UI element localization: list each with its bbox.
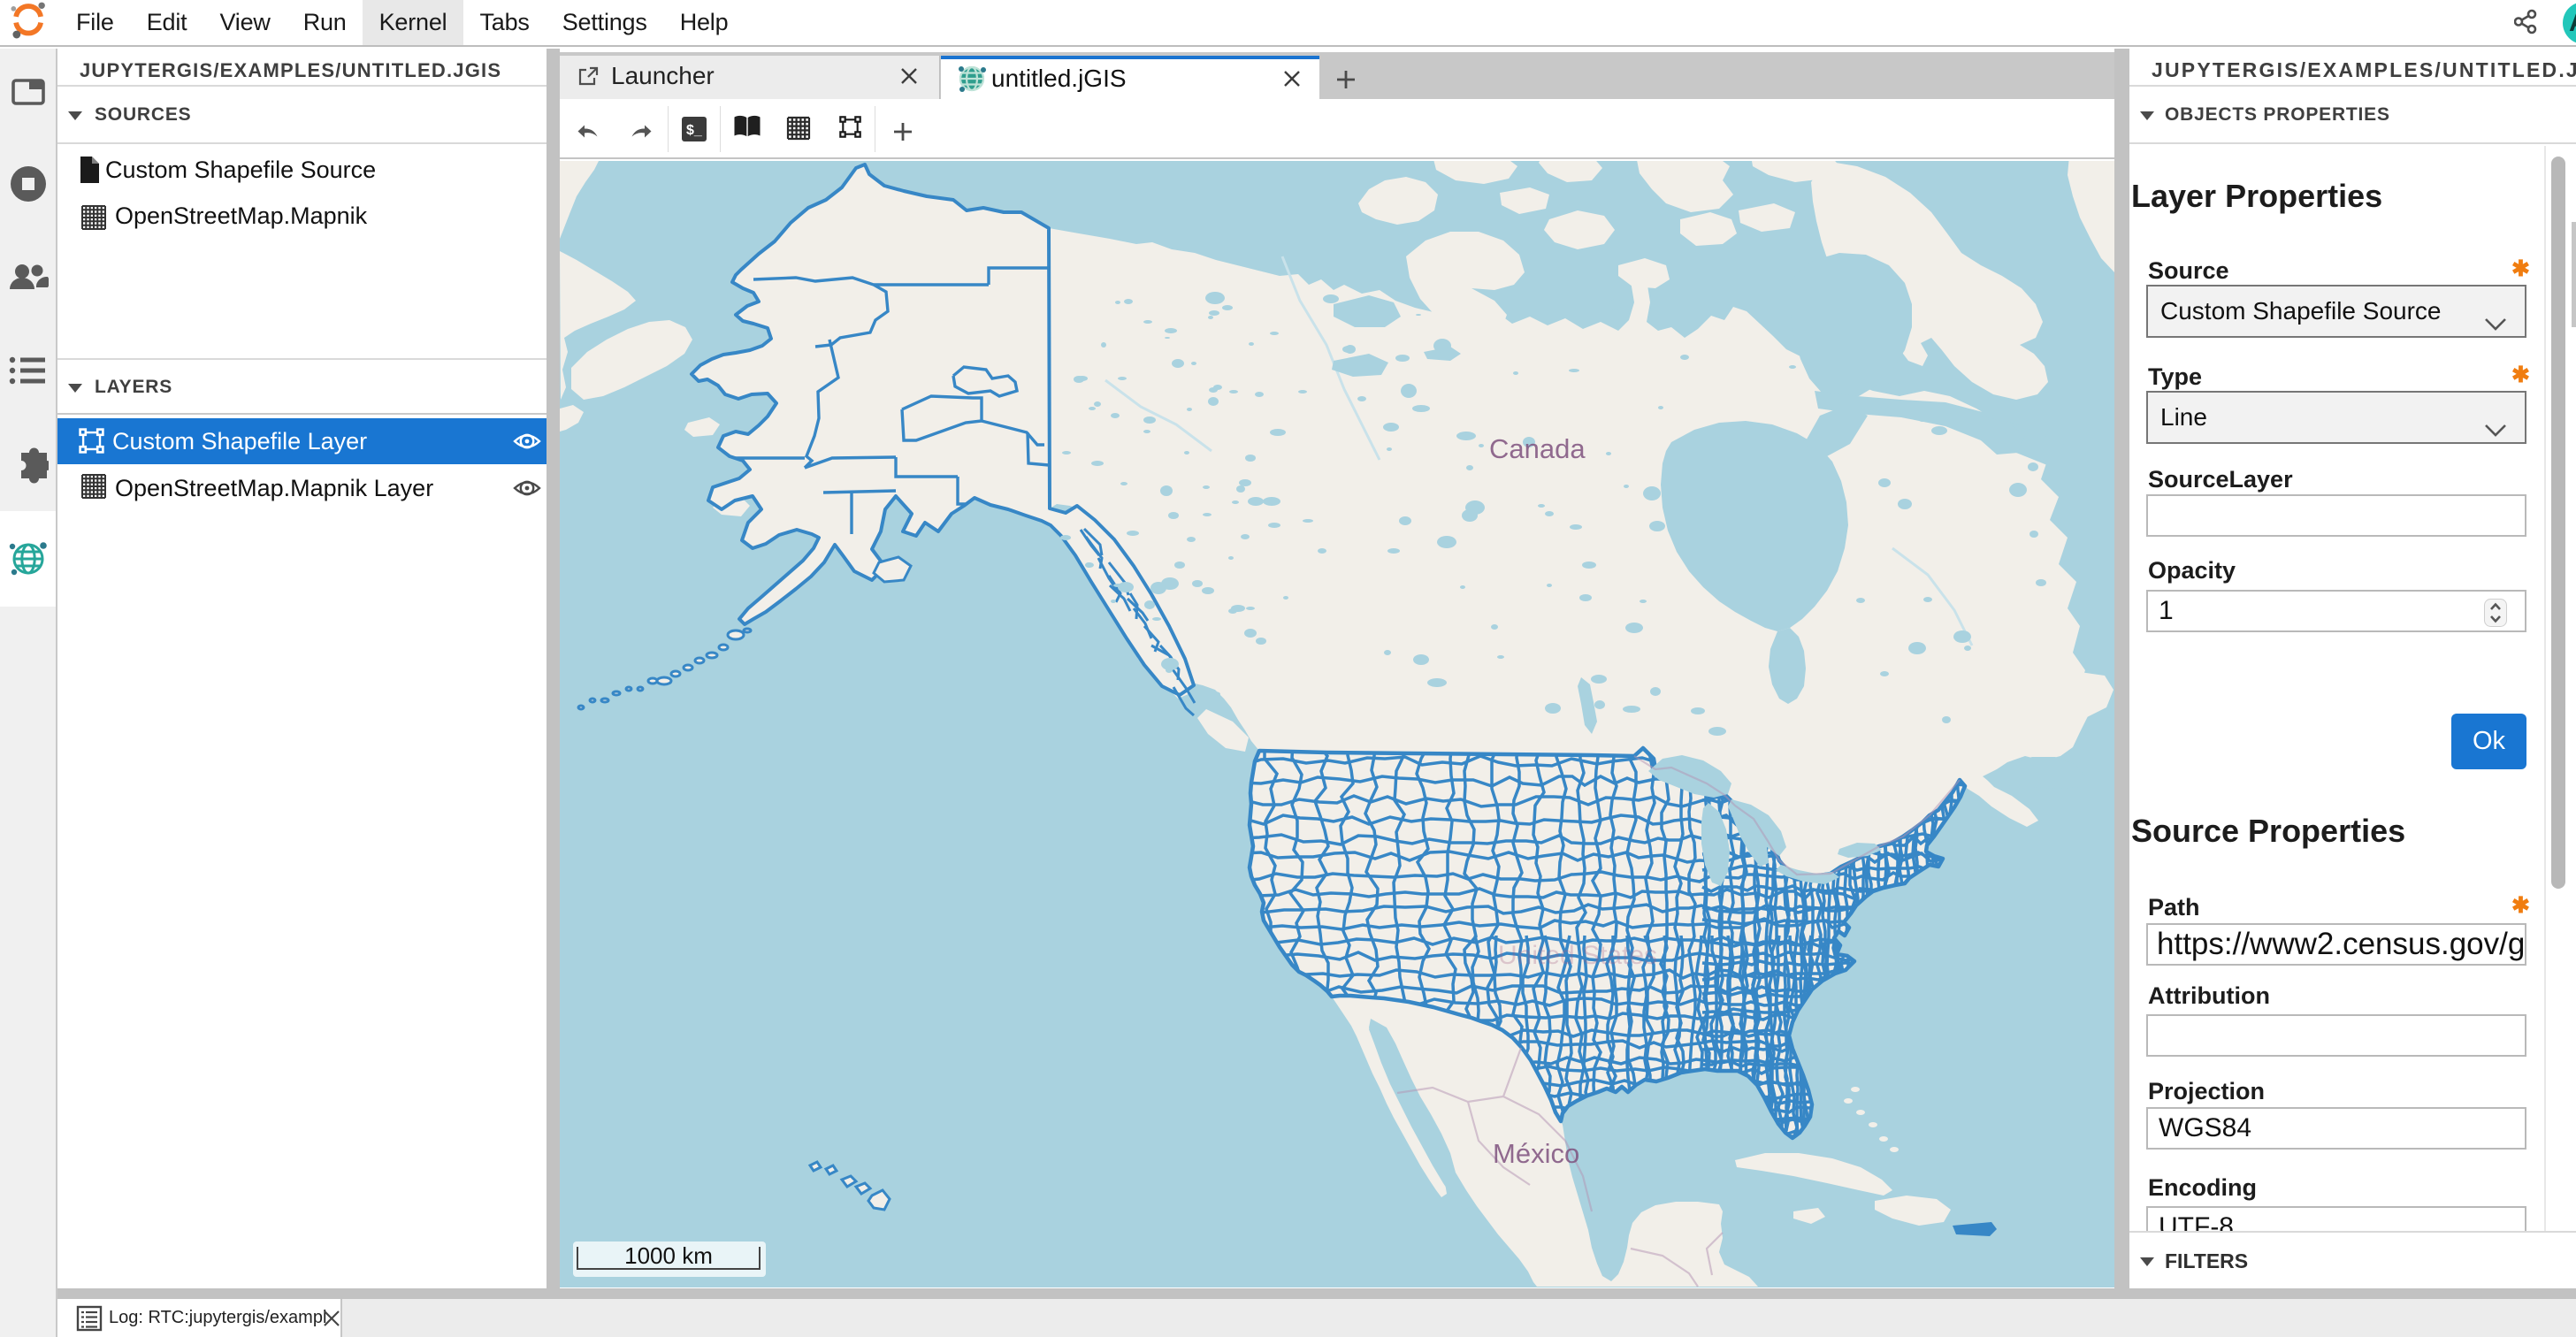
- svg-text:$_: $_: [686, 123, 703, 138]
- svg-text:Canada: Canada: [1489, 433, 1586, 464]
- svg-text:México: México: [1493, 1138, 1579, 1169]
- svg-text:United States: United States: [1498, 941, 1657, 970]
